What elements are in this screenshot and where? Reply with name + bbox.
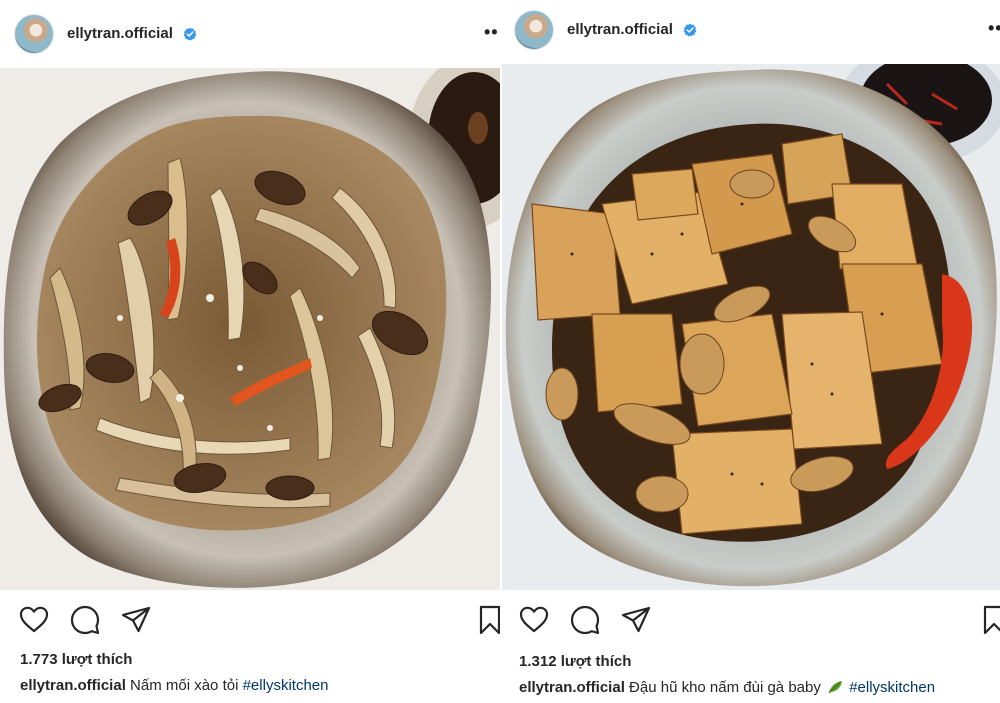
username-link[interactable]: ellytran.official bbox=[67, 25, 173, 42]
post-caption: ellytran.official Đậu hũ kho nấm đùi gà … bbox=[519, 679, 935, 696]
post-card: ellytran.official •• bbox=[0, 0, 500, 703]
hashtag-link[interactable]: #ellyskitchen bbox=[849, 679, 935, 696]
verified-badge-icon bbox=[683, 23, 697, 37]
bookmark-icon[interactable] bbox=[978, 604, 1000, 636]
caption-text: Nấm mối xào tỏi bbox=[125, 677, 243, 694]
caption-text: Đậu hũ kho nấm đùi gà baby bbox=[624, 679, 826, 696]
post-actions bbox=[500, 604, 1000, 640]
avatar[interactable] bbox=[14, 14, 54, 54]
username-link[interactable]: ellytran.official bbox=[567, 21, 673, 38]
bookmark-icon[interactable] bbox=[474, 604, 500, 636]
post-header: ellytran.official •• bbox=[500, 0, 1000, 68]
braised-tofu-image bbox=[502, 64, 1000, 590]
verified-badge-icon bbox=[183, 27, 197, 41]
post-actions bbox=[0, 604, 500, 640]
paper-plane-icon[interactable] bbox=[620, 604, 652, 636]
heart-icon[interactable] bbox=[518, 604, 550, 636]
comment-icon[interactable] bbox=[569, 604, 601, 636]
more-options-button[interactable]: •• bbox=[484, 22, 499, 43]
post-photo[interactable] bbox=[0, 68, 500, 590]
heart-icon[interactable] bbox=[18, 604, 50, 636]
hashtag-link[interactable]: #ellyskitchen bbox=[243, 677, 329, 694]
likes-count[interactable]: 1.312 lượt thích bbox=[519, 653, 631, 670]
likes-count[interactable]: 1.773 lượt thích bbox=[20, 651, 132, 668]
comment-icon[interactable] bbox=[69, 604, 101, 636]
post-photo[interactable] bbox=[502, 64, 1000, 590]
caption-username[interactable]: ellytran.official bbox=[20, 677, 126, 694]
post-caption: ellytran.official Nấm mối xào tỏi #ellys… bbox=[20, 677, 328, 694]
mushroom-stir-fry-image bbox=[0, 68, 500, 590]
more-options-button[interactable]: •• bbox=[988, 18, 1000, 39]
post-card: ellytran.official •• bbox=[500, 0, 1000, 703]
paper-plane-icon[interactable] bbox=[120, 604, 152, 636]
post-header: ellytran.official •• bbox=[0, 0, 500, 68]
caption-username[interactable]: ellytran.official bbox=[519, 679, 625, 696]
avatar[interactable] bbox=[514, 10, 554, 50]
leaf-icon bbox=[828, 681, 843, 694]
